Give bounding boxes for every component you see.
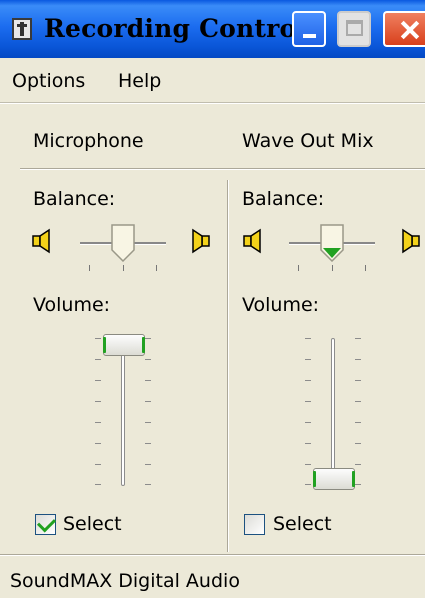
volume-tick	[95, 338, 101, 339]
volume-tick	[145, 422, 151, 423]
volume-track	[331, 338, 335, 486]
minimize-button[interactable]	[292, 11, 326, 47]
volume-slider-thumb[interactable]	[103, 334, 145, 357]
volume-tick	[145, 338, 151, 339]
balance-label: Balance:	[33, 188, 116, 210]
app-icon[interactable]	[12, 18, 32, 40]
volume-tick	[355, 443, 361, 444]
volume-tick	[355, 484, 361, 485]
volume-tick	[145, 380, 151, 381]
volume-tick	[145, 443, 151, 444]
volume-tick	[145, 359, 151, 360]
select-checkbox[interactable]	[35, 513, 57, 535]
select-label[interactable]: Select	[63, 513, 122, 535]
speaker-right-icon	[402, 228, 420, 254]
speaker-right-icon	[192, 228, 210, 254]
volume-tick	[355, 380, 361, 381]
volume-tick	[355, 359, 361, 360]
volume-tick	[355, 464, 361, 465]
speaker-left-icon	[32, 228, 50, 254]
volume-label: Volume:	[33, 294, 111, 316]
volume-tick	[305, 401, 311, 402]
balance-label: Balance:	[242, 188, 325, 210]
volume-tick	[95, 484, 101, 485]
window-title: Recording Control	[44, 14, 307, 43]
volume-tick	[145, 464, 151, 465]
volume-tick	[355, 338, 361, 339]
channel-name-wave-out-mix: Wave Out Mix	[242, 130, 374, 152]
volume-tick	[305, 380, 311, 381]
volume-tick	[145, 401, 151, 402]
volume-slider-thumb[interactable]	[313, 467, 355, 490]
volume-tick	[305, 359, 311, 360]
menu-bar: Options Help	[0, 58, 425, 103]
volume-tick	[95, 380, 101, 381]
select-label[interactable]: Select	[273, 513, 332, 535]
volume-tick	[95, 359, 101, 360]
balance-slider-thumb[interactable]	[111, 224, 135, 262]
volume-tick	[355, 401, 361, 402]
speaker-left-icon	[243, 228, 261, 254]
volume-tick	[355, 422, 361, 423]
close-button[interactable]	[383, 11, 425, 47]
volume-tick	[305, 484, 311, 485]
volume-tick	[95, 464, 101, 465]
title-bar[interactable]: Recording Control	[0, 0, 425, 58]
select-checkbox[interactable]	[244, 514, 265, 535]
channel-name-microphone: Microphone	[33, 130, 144, 152]
volume-tick	[305, 422, 311, 423]
maximize-button[interactable]	[337, 11, 371, 47]
volume-tick	[305, 443, 311, 444]
volume-tick	[95, 401, 101, 402]
menu-help[interactable]: Help	[118, 70, 161, 92]
volume-tick	[145, 484, 151, 485]
volume-tick	[95, 422, 101, 423]
volume-tick	[95, 443, 101, 444]
volume-tick	[305, 338, 311, 339]
volume-tick	[305, 464, 311, 465]
status-bar-text: SoundMAX Digital Audio	[10, 570, 240, 592]
menu-options[interactable]: Options	[12, 70, 85, 92]
volume-label: Volume:	[242, 294, 320, 316]
balance-slider-thumb[interactable]	[320, 224, 344, 262]
volume-track	[121, 338, 125, 486]
